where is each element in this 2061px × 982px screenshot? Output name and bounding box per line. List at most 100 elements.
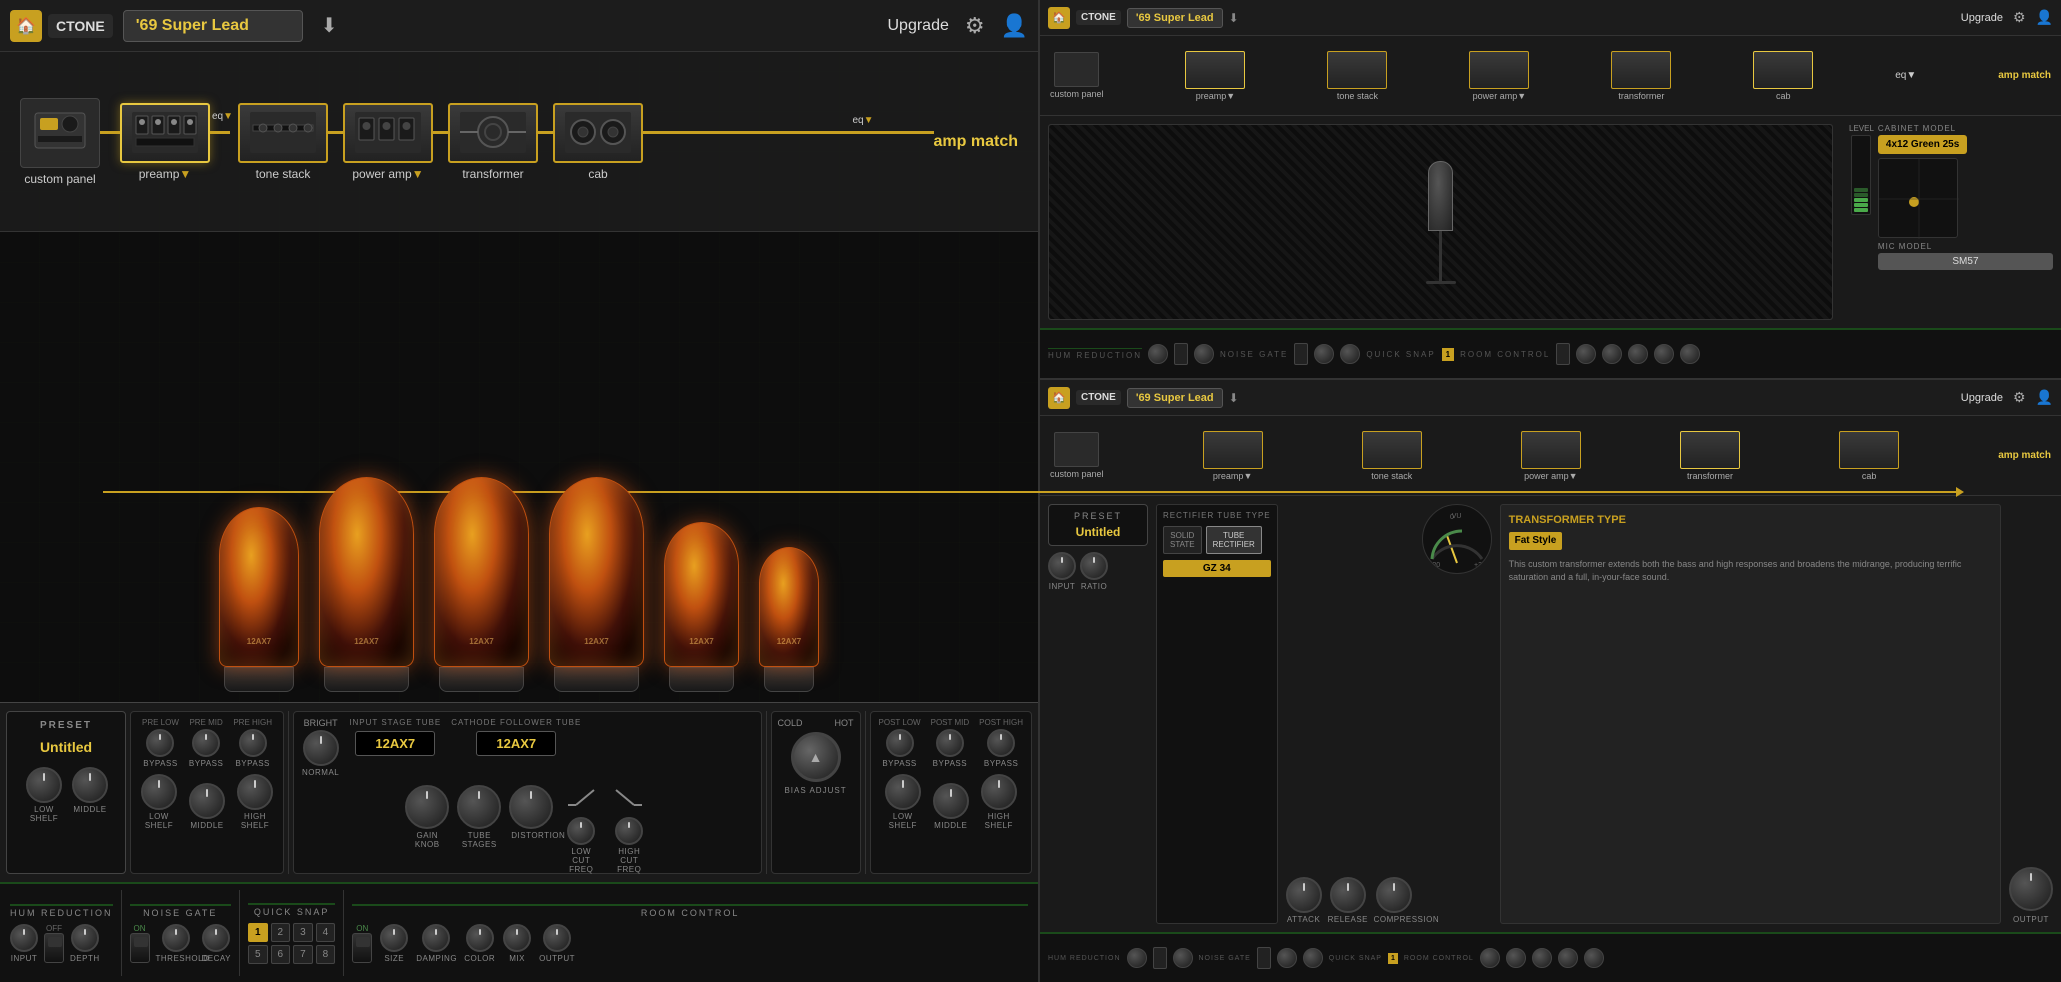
mini-user-icon[interactable]: 👤 <box>2036 9 2053 26</box>
mini-home-icon-2[interactable]: 🏠 <box>1048 387 1070 409</box>
mini-gear-icon-2[interactable]: ⚙ <box>2013 389 2026 406</box>
trans-release-knob[interactable] <box>1330 877 1366 913</box>
mini-color-knob[interactable] <box>1628 344 1648 364</box>
mini-2-tonestack[interactable] <box>1362 431 1422 469</box>
mini-tonestack[interactable] <box>1327 51 1387 89</box>
mini-chain-2-cab[interactable]: cab <box>1839 431 1899 481</box>
cab-component[interactable] <box>553 103 643 163</box>
save-icon[interactable]: ⬇ <box>321 13 338 38</box>
trans-ratio-knob[interactable] <box>1080 552 1108 580</box>
xy-pad[interactable] <box>1878 158 1958 238</box>
mini-2-damp-knob[interactable] <box>1506 948 1526 968</box>
snap-btn-4[interactable]: 4 <box>316 923 336 942</box>
snap-btn-7[interactable]: 7 <box>293 945 313 964</box>
mini-2-input-knob[interactable] <box>1127 948 1147 968</box>
gear-icon[interactable]: ⚙ <box>965 13 985 39</box>
mini-chain-ampmatch[interactable]: amp match <box>1998 70 2051 81</box>
user-icon[interactable]: 👤 <box>1001 13 1028 39</box>
mini-chain-cab[interactable]: cab <box>1753 51 1813 101</box>
trans-input-knob[interactable] <box>1048 552 1076 580</box>
mini-decay-knob[interactable] <box>1340 344 1360 364</box>
distortion-knob[interactable] <box>509 785 553 829</box>
mini-chain-2-preamp[interactable]: preamp▼ <box>1203 431 1263 481</box>
post-high-shelf-knob[interactable] <box>981 774 1017 810</box>
low-shelf-knob[interactable] <box>26 767 62 803</box>
chain-item-tonestack[interactable]: tone stack <box>238 103 328 181</box>
post-low-bypass[interactable] <box>886 729 914 757</box>
mini-chain-poweramp[interactable]: power amp▼ <box>1469 51 1529 101</box>
mini-2-transformer[interactable] <box>1680 431 1740 469</box>
bias-knob[interactable] <box>791 732 841 782</box>
mini-2-cab[interactable] <box>1839 431 1899 469</box>
mini-home-icon[interactable]: 🏠 <box>1048 7 1070 29</box>
mini-2-poweramp[interactable] <box>1521 431 1581 469</box>
post-high-bypass[interactable] <box>987 729 1015 757</box>
solid-state-btn[interactable]: SOLIDSTATE <box>1163 526 1202 554</box>
mini-depth-knob[interactable] <box>1194 344 1214 364</box>
mini-damp-knob[interactable] <box>1602 344 1622 364</box>
pre-high-bypass[interactable] <box>239 729 267 757</box>
mini-2-preamp[interactable] <box>1203 431 1263 469</box>
mini-threshold-knob[interactable] <box>1314 344 1334 364</box>
snap-btn-2[interactable]: 2 <box>271 923 291 942</box>
mini-upgrade-btn-2[interactable]: Upgrade <box>1961 392 2003 404</box>
snap-btn-6[interactable]: 6 <box>271 945 291 964</box>
high-cut-knob[interactable] <box>615 817 643 845</box>
decay-knob[interactable] <box>202 924 230 952</box>
mini-poweramp[interactable] <box>1469 51 1529 89</box>
mini-preamp[interactable] <box>1185 51 1245 89</box>
mini-chain-eq[interactable]: eq▼ <box>1895 70 1916 81</box>
chain-item-ampmatch[interactable]: amp match <box>934 133 1018 151</box>
snap-btn-8[interactable]: 8 <box>316 945 336 964</box>
upgrade-button[interactable]: Upgrade <box>887 17 948 35</box>
preset-value[interactable]: Untitled <box>40 739 92 755</box>
mini-gate-toggle[interactable] <box>1294 343 1308 365</box>
mini-chain-2-transformer[interactable]: transformer <box>1680 431 1740 481</box>
mini-size-knob[interactable] <box>1576 344 1596 364</box>
mini-chain-preamp[interactable]: preamp▼ <box>1185 51 1245 101</box>
mini-2-color-knob[interactable] <box>1532 948 1552 968</box>
mini-chain-2-tonestack[interactable]: tone stack <box>1362 431 1422 481</box>
mini-chain-transformer[interactable]: transformer <box>1611 51 1671 101</box>
depth-knob[interactable] <box>71 924 99 952</box>
snap-btn-3[interactable]: 3 <box>293 923 313 942</box>
pre-low-shelf-knob[interactable] <box>141 774 177 810</box>
mini-2-depth-knob[interactable] <box>1173 948 1193 968</box>
cathode-tube-selector[interactable]: 12AX7 <box>476 731 556 756</box>
transformer-component[interactable] <box>448 103 538 163</box>
preset-name-display[interactable]: '69 Super Lead <box>123 10 303 42</box>
gain-knob[interactable] <box>405 785 449 829</box>
mini-2-decay-knob[interactable] <box>1303 948 1323 968</box>
mini-2-gate-toggle[interactable] <box>1257 947 1271 969</box>
chain-item-transformer[interactable]: transformer <box>448 103 538 181</box>
mini-chain-2-ampmatch[interactable]: amp match <box>1998 450 2051 461</box>
tube-type-value[interactable]: GZ 34 <box>1163 560 1271 577</box>
gate-toggle[interactable] <box>130 933 150 963</box>
output-knob-room[interactable] <box>543 924 571 952</box>
snap-btn-1[interactable]: 1 <box>248 923 268 942</box>
trans-comp-knob[interactable] <box>1376 877 1412 913</box>
mini-transformer[interactable] <box>1611 51 1671 89</box>
mini-2-mix-knob[interactable] <box>1558 948 1578 968</box>
trans-output-knob[interactable] <box>2009 867 2053 911</box>
poweramp-component[interactable] <box>343 103 433 163</box>
mini-room-toggle[interactable] <box>1556 343 1570 365</box>
cabinet-model-value[interactable]: 4x12 Green 25s <box>1878 135 1967 154</box>
mini-2-size-knob[interactable] <box>1480 948 1500 968</box>
mini-hum-toggle[interactable] <box>1174 343 1188 365</box>
mini-2-snap-1[interactable]: 1 <box>1388 953 1398 964</box>
preamp-component[interactable] <box>120 103 210 163</box>
color-knob[interactable] <box>466 924 494 952</box>
pre-mid-bypass[interactable] <box>192 729 220 757</box>
post-middle-knob[interactable] <box>933 783 969 819</box>
tube-rect-btn[interactable]: TUBERECTIFIER <box>1206 526 1262 554</box>
pre-high-shelf-knob[interactable] <box>237 774 273 810</box>
post-mid-bypass[interactable] <box>936 729 964 757</box>
mini-snap-1[interactable]: 1 <box>1442 348 1454 361</box>
mini-2-hum-toggle[interactable] <box>1153 947 1167 969</box>
mini-gear-icon[interactable]: ⚙ <box>2013 9 2026 26</box>
chain-item-preamp[interactable]: preamp▼ <box>120 103 210 181</box>
mini-2-threshold-knob[interactable] <box>1277 948 1297 968</box>
damping-knob[interactable] <box>422 924 450 952</box>
pre-low-bypass[interactable] <box>146 729 174 757</box>
